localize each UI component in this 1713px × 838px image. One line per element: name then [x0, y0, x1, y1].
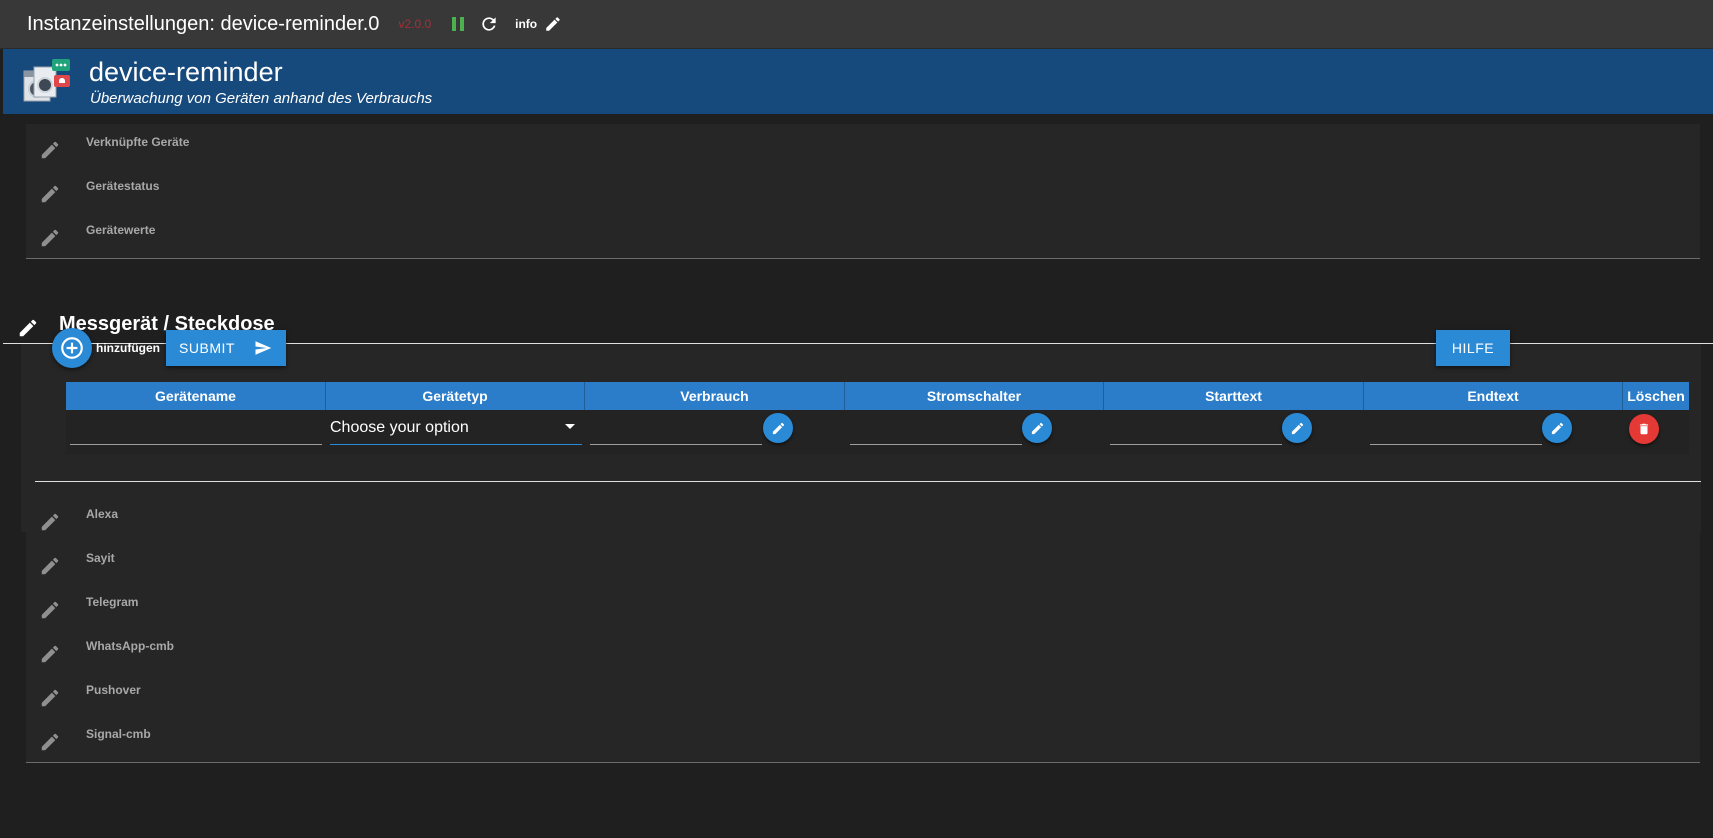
page-title: Instanzeinstellungen: device-reminder.0: [27, 12, 380, 35]
panel-geraetestatus[interactable]: Gerätestatus: [26, 168, 1700, 215]
pencil-icon: [1291, 422, 1303, 434]
column-header: Verbrauch: [585, 382, 845, 410]
edit-verbrauch-button[interactable]: [763, 413, 793, 443]
verbrauch-input[interactable]: [590, 444, 762, 445]
top-bar: Instanzeinstellungen: device-reminder.0 …: [0, 0, 1713, 49]
submit-label: SUBMIT: [179, 340, 235, 356]
endtext-input[interactable]: [1370, 444, 1542, 445]
pencil-icon: [39, 183, 61, 210]
select-value: Choose your option: [330, 419, 469, 436]
table-row: Choose your option: [66, 410, 1689, 454]
pencil-icon: [39, 731, 61, 758]
chevron-down-icon: [564, 419, 576, 437]
panel-geraetewerte[interactable]: Gerätewerte: [26, 212, 1700, 259]
pencil-icon: [1551, 422, 1563, 434]
adapter-logo: [22, 57, 74, 107]
pencil-icon: [39, 511, 61, 538]
panel-label: Gerätewerte: [86, 223, 156, 237]
pencil-icon: [772, 422, 784, 434]
starttext-input[interactable]: [1110, 444, 1282, 445]
panel-pushover[interactable]: Pushover: [26, 672, 1700, 719]
column-header: Löschen: [1627, 388, 1685, 404]
panel-label: Alexa: [86, 507, 119, 521]
panel-label: Gerätestatus: [86, 179, 160, 193]
geraetetyp-select[interactable]: Choose your option: [330, 411, 582, 445]
submit-button[interactable]: SUBMIT: [166, 330, 286, 366]
panel-label: WhatsApp-cmb: [86, 639, 174, 653]
settings-frame: device-reminder Überwachung von Geräten …: [3, 49, 1713, 838]
pencil-icon: [39, 687, 61, 714]
adapter-name: device-reminder: [89, 57, 283, 87]
geraetename-input[interactable]: [70, 444, 322, 445]
column-header: Starttext: [1104, 382, 1364, 410]
edit-stromschalter-button[interactable]: [1022, 413, 1052, 443]
panel-label: Verknüpfte Geräte: [86, 135, 190, 149]
adapter-description: Überwachung von Geräten anhand des Verbr…: [90, 90, 433, 107]
column-header: Stromschalter: [845, 382, 1104, 410]
table-header: Gerätename Gerätetyp Verbrauch Stromscha…: [66, 382, 1689, 410]
panel-label: Signal-cmb: [86, 727, 151, 741]
send-icon: [255, 341, 272, 355]
info-link[interactable]: info: [515, 17, 537, 31]
add-row-button[interactable]: [52, 328, 92, 368]
help-button[interactable]: HILFE: [1436, 330, 1510, 366]
panel-whatsapp-cmb[interactable]: WhatsApp-cmb: [26, 628, 1700, 675]
pencil-icon: [39, 643, 61, 670]
panel-alexa[interactable]: Alexa: [26, 496, 1700, 543]
panel-label: Pushover: [86, 683, 141, 697]
panel-label: Telegram: [86, 595, 139, 609]
pencil-icon: [39, 227, 61, 254]
pencil-icon: [1031, 422, 1043, 434]
panel-sayit[interactable]: Sayit: [26, 540, 1700, 587]
column-header: Gerätetyp: [326, 382, 585, 410]
divider: [35, 481, 1701, 482]
delete-row-button[interactable]: [1629, 414, 1659, 444]
pencil-icon: [39, 139, 61, 166]
edit-endtext-button[interactable]: [1542, 413, 1572, 443]
column-header: Gerätename: [66, 382, 326, 410]
trash-icon: [1639, 423, 1649, 435]
add-label: hinzufügen: [96, 341, 160, 355]
pencil-icon: [17, 317, 39, 344]
panel-telegram[interactable]: Telegram: [26, 584, 1700, 631]
panel-signal-cmb[interactable]: Signal-cmb: [26, 716, 1700, 763]
edit-icon[interactable]: [544, 15, 562, 33]
panel-label: Sayit: [86, 551, 115, 565]
version-badge: v2.0.0: [398, 17, 432, 31]
pause-icon[interactable]: [451, 17, 465, 31]
panel-verknuepfte-geraete[interactable]: Verknüpfte Geräte: [26, 124, 1700, 171]
column-header: Endtext: [1364, 382, 1623, 410]
add-circle-icon: [61, 337, 83, 359]
pencil-icon: [39, 599, 61, 626]
edit-starttext-button[interactable]: [1282, 413, 1312, 443]
stromschalter-input[interactable]: [850, 444, 1022, 445]
pencil-icon: [39, 555, 61, 582]
adapter-header: device-reminder Überwachung von Geräten …: [3, 49, 1713, 114]
reload-icon[interactable]: [479, 14, 499, 34]
